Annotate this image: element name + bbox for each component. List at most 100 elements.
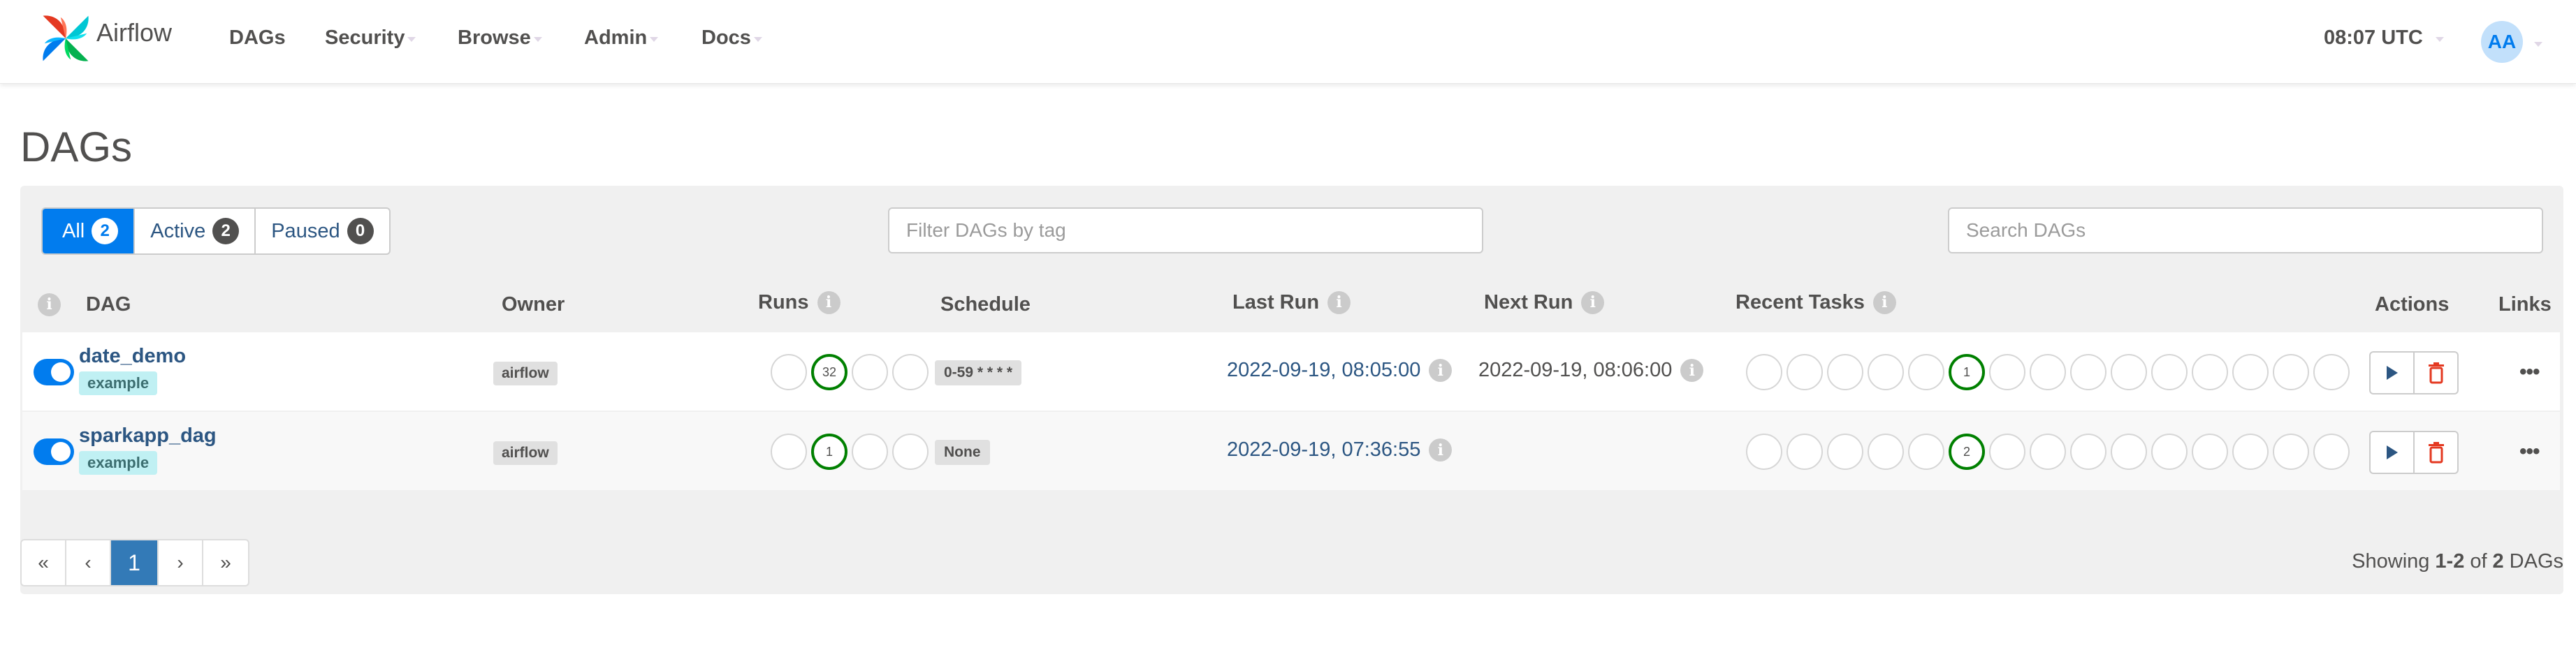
task-status-circle[interactable] [1908,354,1944,390]
nav-docs[interactable]: Docs [701,27,762,50]
th-links-label: Links [2498,293,2552,316]
task-status-circle[interactable] [2313,434,2350,470]
brand-logo-link[interactable]: Airflow [41,13,172,64]
task-status-circle[interactable] [2070,354,2106,390]
dag-run-status-circle[interactable] [852,354,888,390]
task-status-circle[interactable] [1868,354,1904,390]
delete-dag-button[interactable] [2415,432,2457,473]
task-status-circle[interactable] [2273,354,2309,390]
task-status-circle[interactable] [2111,434,2147,470]
last-run-link[interactable]: 2022-09-19, 08:05:00 [1227,359,1420,382]
th-last-run[interactable]: Last Run i [1232,274,1351,330]
owner-badge[interactable]: airflow [493,362,558,385]
task-status-circle[interactable] [2030,434,2066,470]
dag-pause-toggle[interactable] [34,359,74,385]
filter-active-button[interactable]: Active 2 [135,209,256,253]
task-status-circle[interactable] [1787,434,1823,470]
nav-security[interactable]: Security [325,27,416,50]
th-schedule: Schedule [940,276,1031,332]
dag-run-status-circle[interactable] [771,354,807,390]
task-status-circle[interactable] [2232,354,2269,390]
task-status-circle[interactable] [2232,434,2269,470]
dag-run-status-circle[interactable] [892,354,929,390]
info-icon[interactable]: i [1327,290,1351,314]
summary-suffix: DAGs [2509,549,2563,573]
dag-run-status-circle[interactable] [771,434,807,470]
th-links: Links [2498,276,2552,332]
filter-all-label: All [62,219,85,242]
pagination-prev[interactable]: ‹ [66,540,111,585]
task-status-circle[interactable] [2273,434,2309,470]
task-status-circle[interactable] [1989,434,2025,470]
th-dag[interactable]: DAG [86,276,131,332]
task-status-circle[interactable] [2313,354,2350,390]
task-status-circle[interactable] [1868,434,1904,470]
task-status-circle[interactable] [2030,354,2066,390]
actions-group [2369,351,2459,394]
info-icon[interactable]: i [1429,359,1453,382]
info-icon[interactable]: i [1581,290,1605,314]
trigger-dag-button[interactable] [2371,353,2415,393]
dag-id-link[interactable]: sparkapp_dag [79,425,217,448]
th-info[interactable]: i [38,276,61,332]
task-status-circle[interactable] [2070,434,2106,470]
dag-tag-badge[interactable]: example [79,371,158,395]
th-next-run[interactable]: Next Run i [1484,274,1605,330]
dag-pause-toggle[interactable] [34,438,74,465]
dag-id-link[interactable]: date_demo [79,345,186,368]
nav-admin[interactable]: Admin [584,27,659,50]
info-icon[interactable]: i [1429,438,1453,462]
dag-run-status-circle[interactable] [892,434,929,470]
info-icon[interactable]: i [817,290,841,314]
task-status-circle[interactable] [1787,354,1823,390]
last-run-cell: 2022-09-19, 07:36:55 i [1227,438,1453,462]
task-status-circle[interactable] [2192,354,2228,390]
task-status-circle[interactable] [1746,354,1782,390]
task-status-circle[interactable] [2151,354,2188,390]
task-status-circle[interactable]: 2 [1949,434,1985,470]
info-icon[interactable]: i [1680,359,1704,382]
links-menu-button[interactable]: ••• [2519,360,2540,384]
user-menu-caret-icon[interactable] [2534,42,2542,47]
task-status-circle[interactable]: 1 [1949,354,1985,390]
dag-run-status-circle[interactable] [852,434,888,470]
owner-badge[interactable]: airflow [493,441,558,465]
user-avatar[interactable]: AA [2481,21,2523,63]
last-run-link[interactable]: 2022-09-19, 07:36:55 [1227,438,1420,462]
search-dags-input[interactable] [1948,207,2543,253]
info-icon[interactable]: i [38,293,61,316]
timezone-clock-dropdown[interactable]: 08:07 UTC [2324,27,2444,50]
links-menu-button[interactable]: ••• [2519,440,2540,464]
filter-all-button[interactable]: All 2 [43,209,136,253]
task-status-circle[interactable] [1989,354,2025,390]
nav-dags[interactable]: DAGs [229,27,286,50]
pagination-first[interactable]: « [22,540,66,585]
th-owner[interactable]: Owner [502,276,565,332]
filter-paused-button[interactable]: Paused 0 [256,209,388,253]
filter-paused-count: 0 [347,218,374,244]
trigger-dag-button[interactable] [2371,432,2415,473]
dag-tag-badge[interactable]: example [79,451,158,475]
pagination-next[interactable]: › [159,540,203,585]
task-status-circle[interactable] [1746,434,1782,470]
th-next-run-label: Next Run [1484,290,1573,313]
task-status-circle[interactable] [1908,434,1944,470]
task-status-circle[interactable] [1827,434,1863,470]
dag-run-status-circle[interactable]: 32 [811,354,847,390]
task-status-circle[interactable] [2111,354,2147,390]
tag-filter-input[interactable] [888,207,1483,253]
caret-down-icon [407,37,416,42]
info-icon[interactable]: i [1872,290,1896,314]
task-status-circle[interactable] [2151,434,2188,470]
caret-down-icon [753,37,762,42]
pagination-page-current[interactable]: 1 [111,540,159,585]
nav-dags-label: DAGs [229,27,286,49]
task-status-circle[interactable] [1827,354,1863,390]
dag-run-status-circle[interactable]: 1 [811,434,847,470]
delete-dag-button[interactable] [2415,353,2457,393]
task-status-circle[interactable] [2192,434,2228,470]
nav-browse[interactable]: Browse [458,27,542,50]
th-runs-label: Runs [758,290,809,313]
th-actions-label: Actions [2375,293,2450,316]
pagination-last[interactable]: » [203,540,248,585]
